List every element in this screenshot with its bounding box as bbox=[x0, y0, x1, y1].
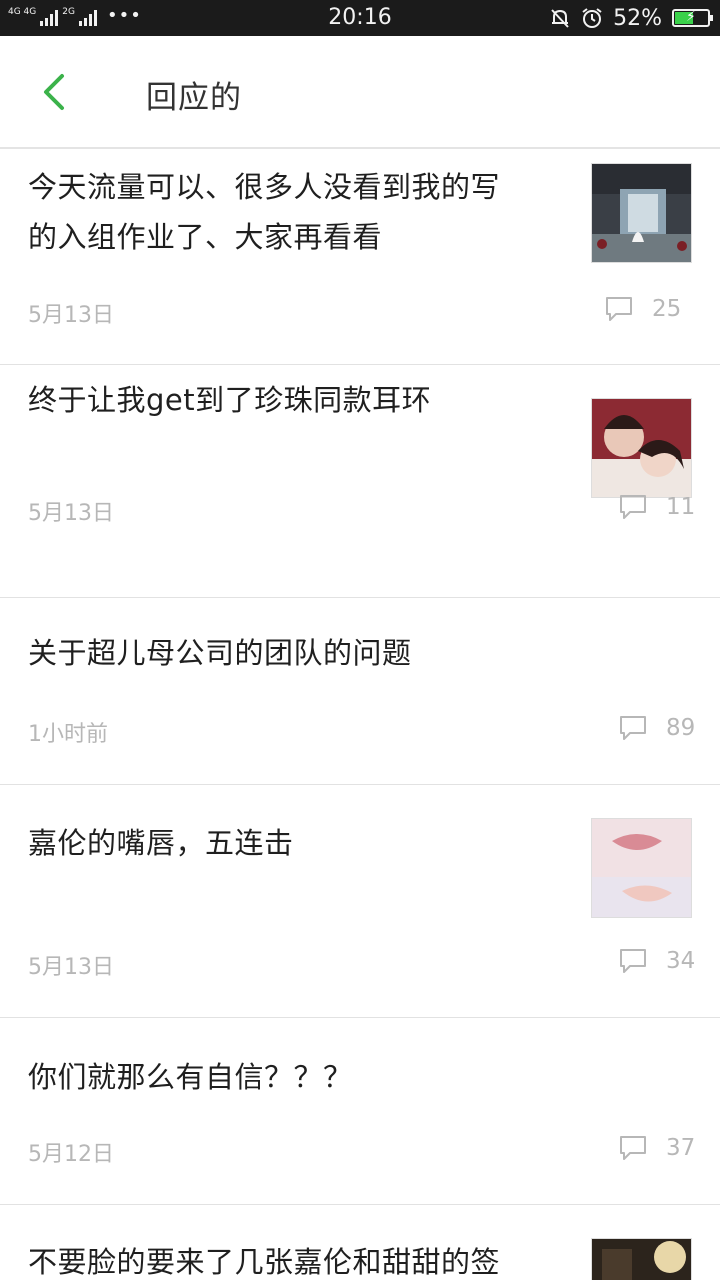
post-date: 5月13日 bbox=[28, 501, 114, 526]
comment-icon bbox=[620, 716, 646, 740]
list-item[interactable]: 关于超儿母公司的团队的问题 1小时前 89 bbox=[0, 598, 720, 785]
dark-stage-image bbox=[592, 1239, 691, 1280]
comment-icon bbox=[620, 1136, 646, 1160]
list-item[interactable]: 今天流量可以、很多人没看到我的写 的入组作业了、大家再看看 5月13日 25 bbox=[0, 150, 720, 365]
battery-charging-icon: ⚡ bbox=[672, 9, 713, 27]
comment-icon bbox=[620, 495, 646, 519]
app-header: 回应的 bbox=[0, 36, 720, 149]
lips-closeup-image bbox=[592, 819, 691, 917]
status-right: 52% ⚡ bbox=[549, 5, 713, 31]
status-bar: 4G 4G 2G ••• 20:16 52% ⚡ bbox=[0, 0, 720, 36]
post-date: 5月13日 bbox=[28, 955, 114, 980]
post-date: 5月13日 bbox=[28, 303, 114, 328]
post-title: 关于超儿母公司的团队的问题 bbox=[28, 636, 412, 670]
comment-icon bbox=[606, 297, 632, 321]
list-item[interactable]: 嘉伦的嘴唇，五连击 5月13日 34 bbox=[0, 785, 720, 1018]
post-thumbnail[interactable] bbox=[591, 1238, 692, 1280]
comment-icon bbox=[620, 949, 646, 973]
comment-count[interactable]: 34 bbox=[618, 947, 695, 975]
mute-bell-icon bbox=[551, 9, 569, 28]
comment-count[interactable]: 11 bbox=[618, 493, 695, 521]
post-thumbnail[interactable] bbox=[591, 398, 692, 498]
post-thumbnail[interactable] bbox=[591, 818, 692, 918]
alarm-icon bbox=[582, 8, 602, 28]
post-title: 不要脸的要来了几张嘉伦和甜甜的签 bbox=[28, 1245, 501, 1279]
post-thumbnail[interactable] bbox=[591, 163, 692, 263]
post-title: 嘉伦的嘴唇，五连击 bbox=[28, 826, 294, 860]
comment-count[interactable]: 37 bbox=[618, 1134, 695, 1162]
post-list: 今天流量可以、很多人没看到我的写 的入组作业了、大家再看看 5月13日 25 终… bbox=[0, 150, 720, 1280]
palace-scene-image bbox=[592, 164, 691, 262]
post-date: 1小时前 bbox=[28, 722, 108, 747]
comment-count[interactable]: 25 bbox=[604, 295, 681, 323]
comment-count[interactable]: 89 bbox=[618, 714, 695, 742]
couple-portrait-image bbox=[592, 399, 691, 497]
list-item[interactable]: 终于让我get到了珍珠同款耳环 5月13日 11 bbox=[0, 365, 720, 598]
page-title: 回应的 bbox=[146, 80, 242, 116]
battery-percent: 52% bbox=[613, 5, 662, 31]
list-item[interactable]: 你们就那么有自信？？？ 5月12日 37 bbox=[0, 1018, 720, 1205]
post-date: 5月12日 bbox=[28, 1142, 114, 1167]
post-title: 终于让我get到了珍珠同款耳环 bbox=[28, 383, 432, 417]
post-title: 你们就那么有自信？？？ bbox=[28, 1060, 353, 1094]
back-button[interactable] bbox=[30, 66, 80, 116]
chevron-left-icon bbox=[44, 74, 64, 110]
post-title: 今天流量可以、很多人没看到我的写 的入组作业了、大家再看看 bbox=[28, 170, 501, 254]
list-item[interactable]: 不要脸的要来了几张嘉伦和甜甜的签 bbox=[0, 1205, 720, 1280]
